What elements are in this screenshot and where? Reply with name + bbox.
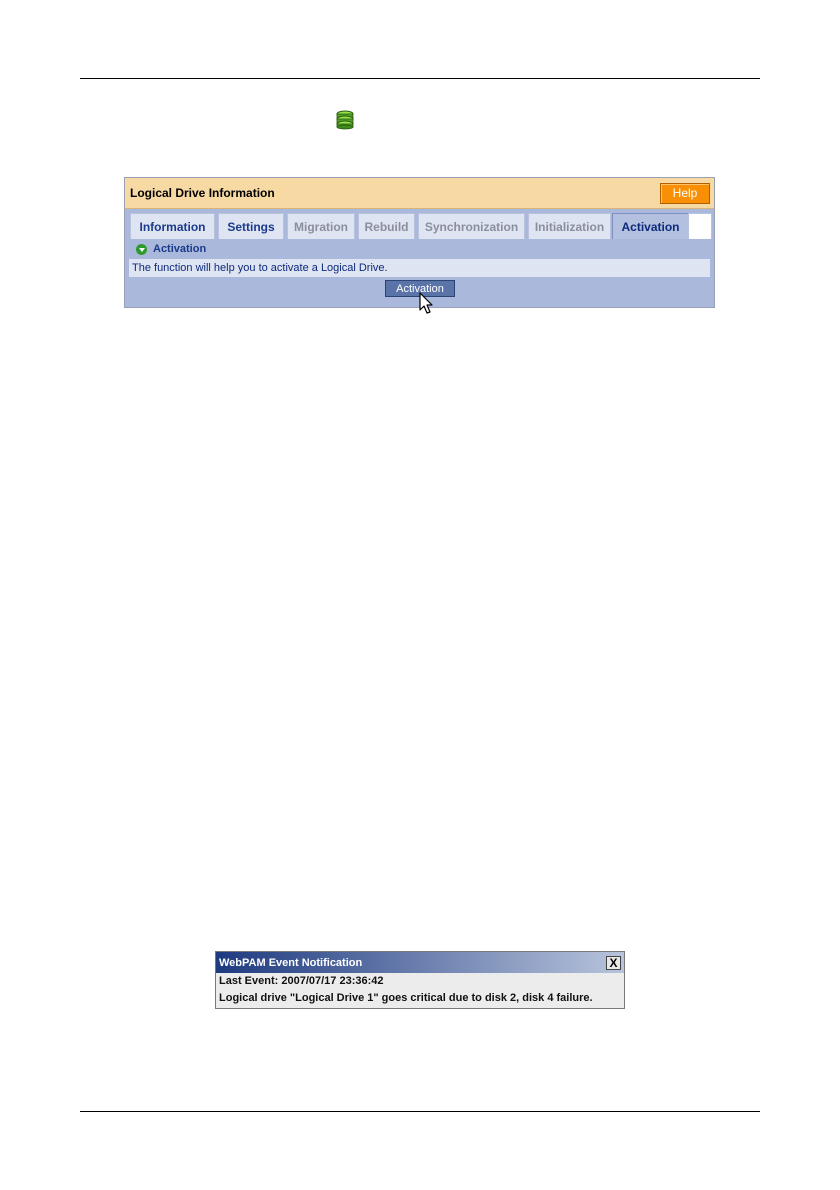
notification-titlebar: WebPAM Event Notification X (216, 952, 624, 973)
tab-information[interactable]: Information (130, 213, 215, 239)
description-text: The function will help you to activate a… (129, 259, 710, 277)
logical-drive-icon (336, 110, 354, 130)
logical-drive-panel: Logical Drive Information Help Informati… (124, 177, 715, 308)
panel-header: Logical Drive Information Help (125, 178, 714, 209)
section-heading[interactable]: Activation (125, 239, 714, 259)
notification-title: WebPAM Event Notification (219, 956, 363, 969)
help-button[interactable]: Help (660, 182, 710, 204)
tab-initialization: Initialization (528, 213, 611, 239)
header-rule (80, 78, 760, 79)
section-label: Activation (153, 243, 207, 255)
tab-bar: Information Settings Migration Rebuild S… (125, 209, 714, 239)
last-event-text: Last Event: 2007/07/17 23:36:42 (219, 975, 384, 987)
event-message: Logical drive "Logical Drive 1" goes cri… (219, 992, 593, 1004)
close-icon[interactable]: X (606, 955, 621, 970)
panel-title: Logical Drive Information (130, 186, 275, 200)
tab-rebuild: Rebuild (358, 213, 415, 239)
tab-settings[interactable]: Settings (218, 213, 284, 239)
collapse-arrow-icon[interactable] (136, 243, 147, 255)
tab-synchronization: Synchronization (418, 213, 525, 239)
tab-filler (688, 213, 712, 239)
tab-migration: Migration (287, 213, 355, 239)
footer-rule (80, 1111, 760, 1112)
event-notification-window: WebPAM Event Notification X Last Event: … (215, 951, 625, 1009)
mouse-cursor-icon (419, 292, 433, 314)
tab-activation[interactable]: Activation (612, 213, 689, 239)
